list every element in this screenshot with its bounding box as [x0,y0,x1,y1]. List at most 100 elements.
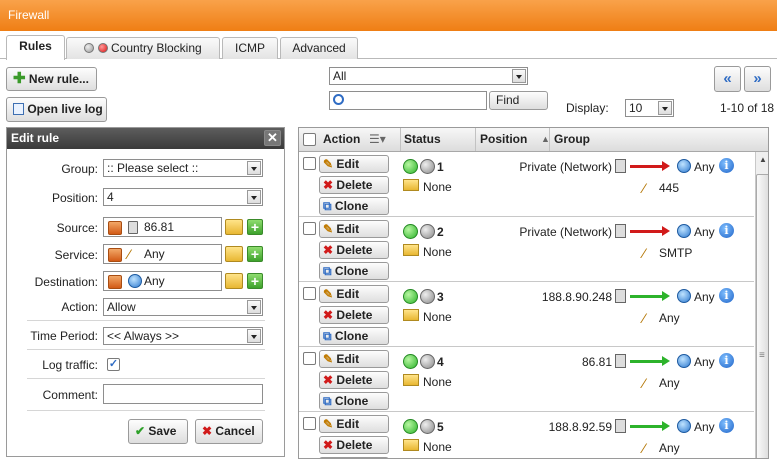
info-icon[interactable]: i [719,353,734,368]
source-label: Source: [56,221,98,235]
plus-icon: ✚ [13,70,26,87]
col-status[interactable]: Status [400,128,476,151]
row-checkbox[interactable] [303,222,316,235]
info-icon[interactable]: i [719,158,734,173]
double-chevron-right-icon: » [753,70,762,87]
rule-service: Any [659,376,680,390]
info-icon[interactable]: i [719,223,734,238]
chevron-down-icon [247,300,261,314]
col-group[interactable]: Group [550,128,755,151]
delete-button[interactable]: ✖ Delete [319,371,389,389]
rule-destination: Any [694,160,715,174]
clone-button[interactable]: ⧉ Clone [319,327,389,345]
delete-button[interactable]: ✖ Delete [319,306,389,324]
add-source-icon[interactable]: + [247,219,263,235]
clone-button[interactable]: ⧉ Clone [319,392,389,410]
rule-group: None [423,310,452,324]
open-live-log-button[interactable]: Open live log [6,97,107,122]
folder-icon[interactable] [225,246,243,262]
row-checkbox[interactable] [303,417,316,430]
status-off-icon [420,354,435,369]
pencil-icon: ✎ [323,222,334,236]
group-select[interactable]: :: Please select :: [103,159,263,177]
filter-select-value: All [333,69,347,83]
scroll-thumb[interactable] [756,174,768,458]
pencil-icon: ✎ [323,417,334,431]
grip-icon: ≡ [759,350,765,361]
clone-button[interactable]: ⧉ Clone [319,262,389,280]
col-action[interactable]: Action ☰▾ [319,128,401,151]
time-period-label: Time Period: [30,329,98,343]
edit-button[interactable]: ✎ Edit [319,415,389,433]
col-position[interactable]: Position ▲ [476,128,550,151]
computer-icon [615,224,626,238]
edit-label: Edit [336,157,360,171]
rule-service: Any [659,441,680,455]
folder-icon [403,439,419,451]
edit-button[interactable]: ✎ Edit [319,220,389,238]
chevron-down-icon [512,69,526,83]
row-checkbox[interactable] [303,157,316,170]
trash-icon[interactable] [108,275,122,289]
folder-icon[interactable] [225,273,243,289]
folder-icon[interactable] [225,219,243,235]
column-menu-icon[interactable]: ☰▾ [369,128,386,151]
comment-field[interactable] [103,384,263,404]
time-period-select[interactable]: << Always >> [103,327,263,345]
add-destination-icon[interactable]: + [247,273,263,289]
source-field[interactable]: 86.81 [103,217,222,237]
log-icon [13,103,24,115]
folder-icon [403,179,419,191]
next-page-button[interactable]: » [744,66,771,92]
table-row: ✎ Edit ✖ Delete ⧉ Clone 1 None Private (… [299,152,754,217]
tab-icmp[interactable]: ICMP [222,37,278,59]
chevron-down-icon [247,190,261,204]
info-icon[interactable]: i [719,418,734,433]
clone-icon: ⧉ [323,329,332,343]
info-icon[interactable]: i [719,288,734,303]
traffic-arrow [630,230,664,233]
row-checkbox[interactable] [303,352,316,365]
row-checkbox[interactable] [303,287,316,300]
filter-select[interactable]: All [329,67,528,85]
scroll-up-icon[interactable]: ▲ [759,155,767,164]
tab-advanced[interactable]: Advanced [280,37,358,59]
edit-button[interactable]: ✎ Edit [319,285,389,303]
display-select[interactable]: 10 [625,99,674,117]
find-button[interactable]: Find [489,91,548,110]
delete-button[interactable]: ✖ Delete [319,436,389,454]
add-service-icon[interactable]: + [247,246,263,262]
log-traffic-checkbox[interactable]: ✓ [107,358,120,371]
edit-label: Edit [336,222,360,236]
rule-group: None [423,180,452,194]
table-row: ✎ Edit ✖ Delete ⧉ Clone 5 None 188.8.92.… [299,412,754,458]
position-select[interactable]: 4 [103,188,263,206]
service-field[interactable]: ⁄ Any [103,244,222,264]
clone-button[interactable]: ⧉ Clone [319,197,389,215]
tab-rules[interactable]: Rules [6,35,65,60]
cancel-button[interactable]: ✖ Cancel [195,419,263,444]
action-select[interactable]: Allow [103,298,263,316]
new-rule-button[interactable]: ✚ New rule... [6,67,97,91]
destination-field[interactable]: Any [103,271,222,291]
delete-button[interactable]: ✖ Delete [319,176,389,194]
trash-icon[interactable] [108,221,122,235]
globe-icon [677,224,691,238]
edit-button[interactable]: ✎ Edit [319,350,389,368]
close-icon[interactable]: ✕ [264,130,281,146]
prev-page-button[interactable]: « [714,66,741,92]
display-label: Display: [566,101,609,115]
pencil-icon: ✎ [323,287,334,301]
select-all-checkbox[interactable] [303,133,316,146]
tab-country-blocking[interactable]: Country Blocking [66,37,220,59]
rule-service: Any [659,311,680,325]
save-button[interactable]: ✔ Save [128,419,188,444]
trash-icon[interactable] [108,248,122,262]
delete-button[interactable]: ✖ Delete [319,241,389,259]
traffic-arrow [630,360,664,363]
rule-group: None [423,375,452,389]
table-row: ✎ Edit ✖ Delete ⧉ Clone 4 None 86.81 Any… [299,347,754,412]
vertical-scrollbar[interactable]: ▲ ≡ [755,152,768,458]
search-input[interactable] [329,91,487,110]
edit-button[interactable]: ✎ Edit [319,155,389,173]
